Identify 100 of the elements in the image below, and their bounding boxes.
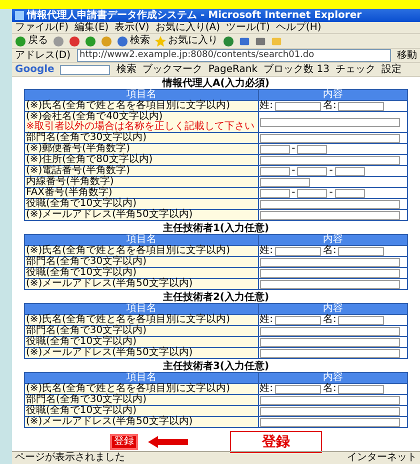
row-label: (※)氏名(全角で姓と名を各項目別に文字以内) xyxy=(24,314,258,326)
column-header: 内容 xyxy=(258,304,408,314)
input-field[interactable] xyxy=(338,384,384,394)
menu-item[interactable]: お気に入り(A) xyxy=(155,22,220,34)
row-label: 部門名(全角で30文字以内) xyxy=(24,132,258,144)
row-label: (※)氏名(全角で姓と名を各項目別に文字以内) xyxy=(24,384,258,394)
input-field[interactable] xyxy=(260,406,400,416)
separator-text: - xyxy=(292,166,296,176)
row-label: (※)メールアドレス(半角50文字以内) xyxy=(24,348,258,358)
section-title: 主任技術者1(入力任意) xyxy=(162,223,270,234)
app-icon xyxy=(15,11,24,20)
input-field[interactable] xyxy=(260,348,400,358)
input-field[interactable] xyxy=(334,166,365,176)
toolbar-button[interactable]: チェック xyxy=(335,64,376,76)
input-field[interactable] xyxy=(260,144,290,154)
row-label: 部門名(全角で30文字以内) xyxy=(24,326,258,336)
row-label: 役職(全角で10文字以内) xyxy=(24,406,258,416)
status-text: ページが表示されました xyxy=(15,452,125,464)
zone-text: インターネット xyxy=(347,452,417,464)
column-header: 項目名 xyxy=(24,90,258,100)
column-header: 項目名 xyxy=(24,304,258,314)
input-field[interactable] xyxy=(260,326,400,336)
register-button[interactable]: 登録 xyxy=(110,434,138,450)
row-label: (※)住所(全角で80文字以内) xyxy=(24,154,258,166)
input-field[interactable] xyxy=(297,166,328,176)
separator-text: - xyxy=(292,188,296,198)
menu-item[interactable]: ファイル(F) xyxy=(15,22,69,34)
input-field[interactable] xyxy=(338,316,384,324)
input-field[interactable] xyxy=(260,268,400,278)
input-field[interactable] xyxy=(260,200,400,208)
input-field[interactable] xyxy=(275,316,321,324)
row-label: (※)メールアドレス(半角50文字以内) xyxy=(24,210,258,220)
separator-text: - xyxy=(329,188,333,198)
toolbar-button[interactable]: 設定 xyxy=(381,64,402,76)
input-field[interactable] xyxy=(260,338,400,346)
toolbar-button[interactable]: ブックマーク xyxy=(142,64,202,76)
input-field[interactable] xyxy=(260,418,400,426)
toolbar-button[interactable]: お気に入り xyxy=(168,35,218,47)
field-label: 名: xyxy=(323,384,336,394)
input-field[interactable] xyxy=(275,102,321,110)
input-field[interactable] xyxy=(260,166,290,176)
input-field[interactable] xyxy=(260,258,400,266)
stop-icon[interactable] xyxy=(69,36,80,46)
input-field[interactable] xyxy=(275,246,321,256)
row-label: (※)郵便番号(半角数字) xyxy=(24,144,258,154)
menu-item[interactable]: 表示(V) xyxy=(114,22,150,34)
row-label: (※)氏名(全角で姓と名を各項目別に文字以内) xyxy=(24,246,258,256)
field-label: (※)会社名(全角で40文字以内) xyxy=(26,112,163,122)
input-field[interactable] xyxy=(260,178,310,186)
input-field[interactable] xyxy=(338,102,384,110)
row-label: 部門名(全角で30文字以内) xyxy=(24,256,258,268)
search-field[interactable] xyxy=(60,64,110,74)
address-label: アドレス(D) xyxy=(15,50,71,62)
row-label: 役職(全角で10文字以内) xyxy=(24,268,258,278)
toolbar-button[interactable]: 検索 xyxy=(130,35,150,47)
menu-item[interactable]: ヘルプ(H) xyxy=(276,22,322,34)
input-field[interactable] xyxy=(297,144,328,154)
star-icon[interactable] xyxy=(155,36,166,46)
input-field[interactable] xyxy=(338,246,384,256)
menu-item[interactable]: 編集(E) xyxy=(74,22,109,34)
input-field[interactable] xyxy=(260,156,400,164)
row-label: 部門名(全角で30文字以内) xyxy=(24,394,258,406)
field-label: 姓: xyxy=(260,246,273,256)
menu-item[interactable]: ツール(T) xyxy=(226,22,270,34)
row-label: 内線番号(半角数字) xyxy=(24,176,258,188)
toolbar-button[interactable]: 検索 xyxy=(116,64,136,76)
field-label: 姓: xyxy=(260,101,273,111)
column-header: 内容 xyxy=(258,234,408,246)
window-title-text: 情報代理人申請書データ作成システム - Microsoft Internet Explorer xyxy=(27,9,362,22)
section-title: 情報代理人A(入力必須) xyxy=(162,78,270,89)
toolbar-button[interactable]: 戻る xyxy=(28,35,48,47)
separator-text: - xyxy=(292,144,296,154)
input-field[interactable] xyxy=(260,280,400,288)
field-label: 姓: xyxy=(260,384,273,394)
input-field[interactable] xyxy=(260,134,400,142)
row-label: (※)電話番号(半角数字) xyxy=(24,166,258,176)
input-field[interactable] xyxy=(260,118,400,126)
input-field[interactable] xyxy=(297,188,328,198)
google-logo: Google xyxy=(15,64,54,76)
row-label: (※)メールアドレス(半角50文字以内) xyxy=(24,278,258,290)
section-title: 主任技術者3(入力任意) xyxy=(162,361,270,372)
row-label: FAX番号(半角数字) xyxy=(24,188,258,198)
column-header: 項目名 xyxy=(24,234,258,246)
row-label: (※)メールアドレス(半角50文字以内) xyxy=(24,416,258,428)
input-field[interactable] xyxy=(260,396,400,404)
address-field[interactable]: http://www2.example.jp:8080/contents/search01.do xyxy=(76,49,391,62)
input-field[interactable] xyxy=(275,384,321,394)
row-label: 役職(全角で10文字以内) xyxy=(24,336,258,348)
column-header: 内容 xyxy=(258,372,408,384)
arrow-icon xyxy=(148,436,188,448)
input-field[interactable] xyxy=(334,188,365,198)
input-field[interactable] xyxy=(260,210,400,220)
field-label: 名: xyxy=(323,246,336,256)
toolbar-button[interactable]: ブロック数 13 xyxy=(264,64,330,76)
field-label: 姓: xyxy=(260,315,273,325)
go-button[interactable]: 移動 xyxy=(397,50,417,62)
separator-text: - xyxy=(329,166,333,176)
toolbar-button[interactable]: PageRank xyxy=(208,64,258,76)
column-header: 内容 xyxy=(258,90,408,100)
input-field[interactable] xyxy=(260,188,290,198)
